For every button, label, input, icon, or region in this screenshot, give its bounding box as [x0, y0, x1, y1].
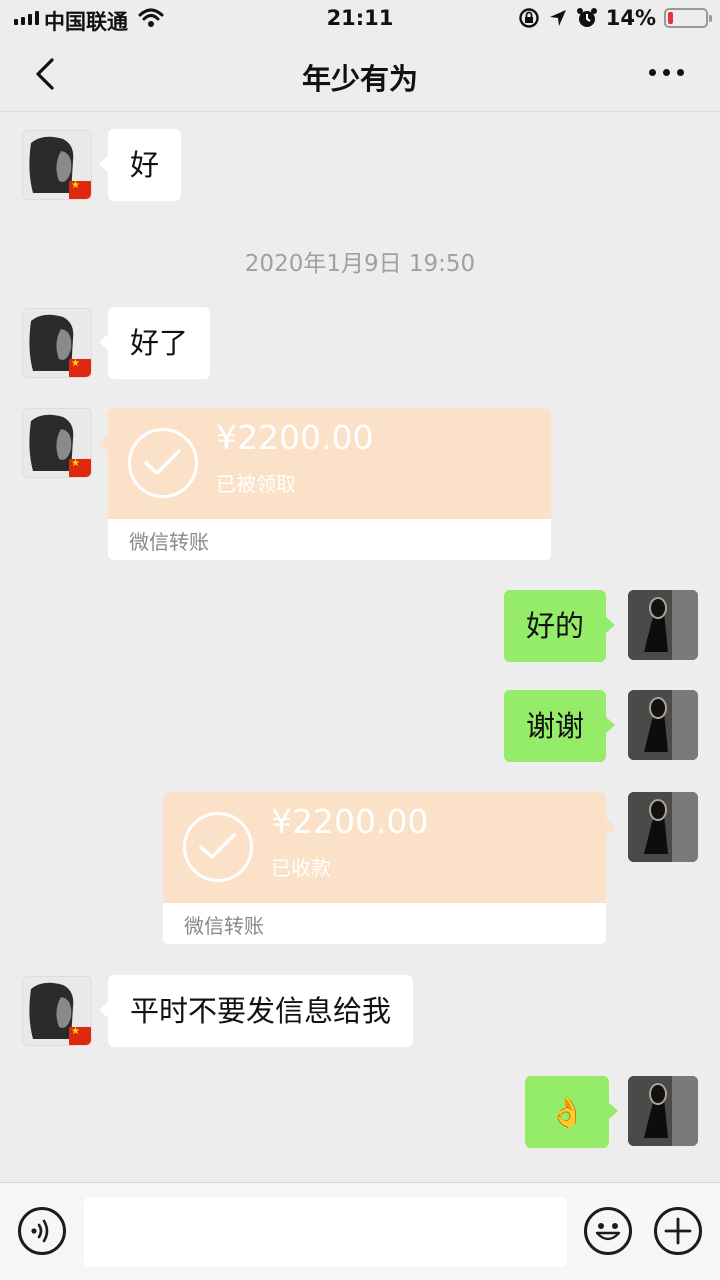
my-avatar[interactable]	[628, 1076, 698, 1146]
my-avatar[interactable]	[628, 690, 698, 760]
sent-message-bubble[interactable]: 👌	[525, 1076, 619, 1148]
sent-message-bubble[interactable]: 好的	[504, 590, 616, 662]
message-text: 谢谢	[526, 709, 585, 743]
check-circle-icon	[183, 812, 253, 882]
wechat-transfer-card[interactable]: ¥2200.00 已被领取 微信转账	[108, 408, 551, 560]
battery-icon	[664, 8, 712, 28]
wechat-transfer-card[interactable]: ¥2200.00 已收款 微信转账	[163, 792, 606, 944]
more-dot-icon	[663, 69, 670, 76]
my-avatar[interactable]	[628, 590, 698, 660]
more-functions-button[interactable]	[654, 1207, 702, 1255]
contact-avatar[interactable]	[22, 976, 92, 1046]
transfer-card-header: ¥2200.00 已被领取	[108, 408, 551, 519]
rotation-lock-icon	[519, 8, 539, 28]
chat-header: 年少有为	[0, 38, 720, 112]
received-message-bubble[interactable]: 好	[98, 129, 182, 201]
contact-avatar[interactable]	[22, 130, 92, 200]
message-text: 好了	[130, 326, 189, 360]
message-text: 好的	[526, 609, 585, 643]
smiley-icon	[595, 1223, 621, 1241]
emoji-button[interactable]	[584, 1207, 632, 1255]
my-avatar-image	[628, 590, 698, 660]
received-message-bubble[interactable]: 平时不要发信息给我	[98, 975, 414, 1047]
more-dot-icon	[677, 69, 684, 76]
alarm-icon	[576, 8, 597, 27]
more-options-button[interactable]	[649, 69, 684, 76]
voice-input-button[interactable]	[18, 1207, 66, 1255]
china-flag-icon	[69, 180, 91, 199]
plus-icon	[664, 1217, 692, 1245]
chat-title: 年少有为	[301, 62, 418, 96]
transfer-amount: ¥2200.00	[271, 802, 429, 841]
china-flag-icon	[69, 458, 91, 477]
received-message-bubble[interactable]: 好了	[98, 307, 211, 379]
china-flag-icon	[69, 358, 91, 377]
contact-avatar[interactable]	[22, 408, 92, 478]
message-input[interactable]	[84, 1197, 567, 1267]
china-flag-icon	[69, 1026, 91, 1045]
voice-icon	[31, 1219, 49, 1243]
transfer-label: 微信转账	[184, 914, 264, 938]
transfer-status: 已被领取	[216, 472, 296, 496]
bubble-tail	[606, 818, 616, 836]
transfer-status: 已收款	[271, 856, 331, 880]
my-avatar-image	[628, 690, 698, 760]
location-icon	[549, 10, 566, 26]
contact-avatar[interactable]	[22, 308, 92, 378]
transfer-card-header: ¥2200.00 已收款	[163, 792, 606, 903]
chat-input-bar	[0, 1182, 720, 1280]
battery-percent: 14%	[605, 6, 656, 30]
status-bar: 中国联通 21:11 14%	[0, 0, 720, 38]
my-avatar[interactable]	[628, 792, 698, 862]
sent-message-bubble[interactable]: 谢谢	[504, 690, 616, 762]
message-text: 平时不要发信息给我	[130, 994, 392, 1028]
message-timestamp: 2020年1月9日 19:50	[244, 251, 476, 277]
my-avatar-image	[628, 1076, 698, 1146]
message-text: 好	[130, 148, 160, 182]
transfer-label: 微信转账	[129, 530, 209, 554]
transfer-amount: ¥2200.00	[216, 418, 374, 457]
my-avatar-image	[628, 792, 698, 862]
ok-hand-emoji: 👌	[549, 1095, 586, 1129]
battery-level	[668, 12, 673, 24]
more-dot-icon	[649, 69, 656, 76]
check-circle-icon	[128, 428, 198, 498]
